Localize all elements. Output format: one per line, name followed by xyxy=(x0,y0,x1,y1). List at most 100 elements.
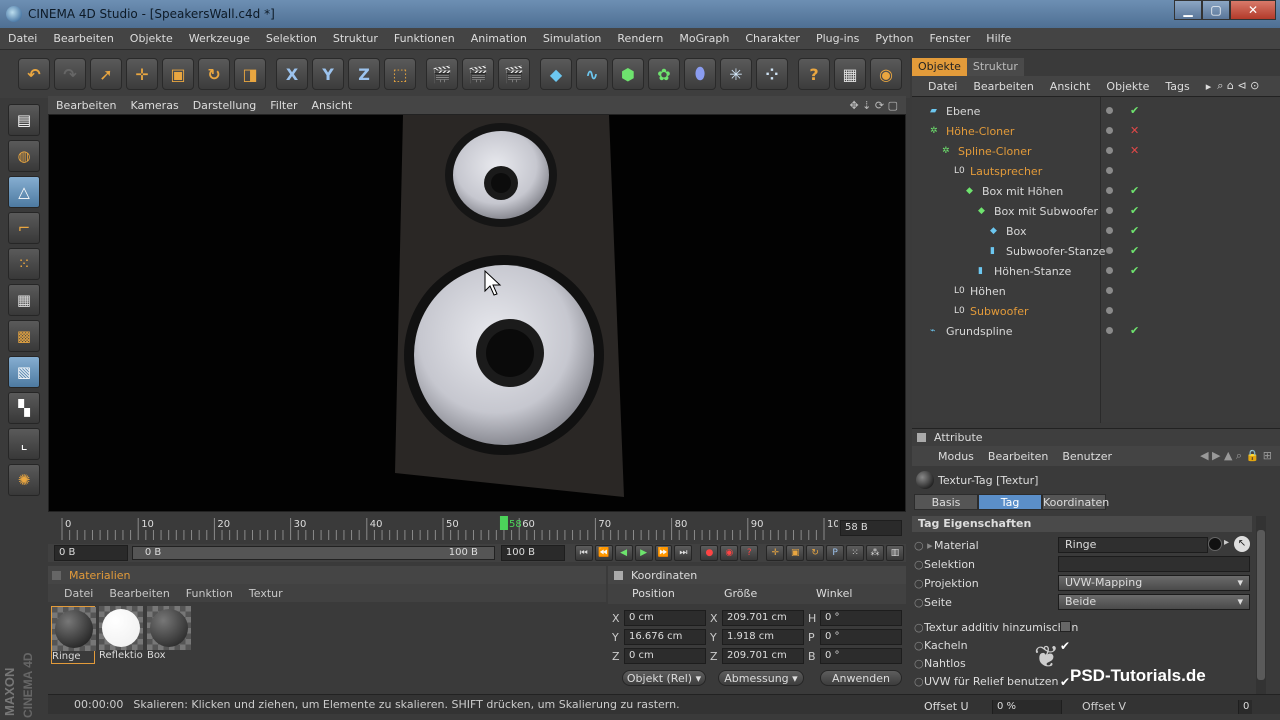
tab-basis[interactable]: Basis xyxy=(914,494,978,510)
attr-menu-benutzer[interactable]: Benutzer xyxy=(1062,450,1112,463)
autokey-icon[interactable]: ◉ xyxy=(720,545,739,561)
move-icon[interactable]: ✛ xyxy=(126,58,158,90)
attributes-scrollbar[interactable] xyxy=(1256,516,1266,694)
viewport-menu-kameras[interactable]: Kameras xyxy=(130,99,178,112)
material-box[interactable]: Box xyxy=(147,606,191,664)
tree-item[interactable]: ◆ Box ✔ xyxy=(912,221,1262,241)
tree-item[interactable]: ◆ Box mit Subwoofer ✔ xyxy=(912,201,1262,221)
prev-key-icon[interactable]: ⏪ xyxy=(594,545,613,561)
object-name[interactable]: Grundspline xyxy=(946,325,1013,338)
object-name[interactable]: Ebene xyxy=(946,105,980,118)
timeline-ruler[interactable]: 0 10 20 30 40 50 60 70 80 90 100 58 xyxy=(48,514,846,544)
menu-struktur[interactable]: Struktur xyxy=(325,32,386,45)
viewport-menu-darstellung[interactable]: Darstellung xyxy=(193,99,257,112)
undo-icon[interactable]: ↶ xyxy=(18,58,50,90)
menu-werkzeuge[interactable]: Werkzeuge xyxy=(181,32,258,45)
object-name[interactable]: Box xyxy=(1006,225,1026,238)
link-target-icon[interactable]: ↖ xyxy=(1234,536,1250,552)
tree-item[interactable]: L0 Lautsprecher xyxy=(912,161,1262,181)
om-menu-datei[interactable]: Datei xyxy=(928,80,957,93)
coordinate-mode-dropdown[interactable]: Objekt (Rel) ▾ xyxy=(622,670,706,686)
om-menu-bearbeiten[interactable]: Bearbeiten xyxy=(973,80,1033,93)
tab-struktur[interactable]: Struktur xyxy=(966,58,1024,76)
prev-frame-icon[interactable]: ◀ xyxy=(614,545,633,561)
panel-grip-icon[interactable] xyxy=(614,570,623,580)
menu-charakter[interactable]: Charakter xyxy=(737,32,808,45)
y-axis-icon[interactable]: Y xyxy=(312,58,344,90)
menu-simulation[interactable]: Simulation xyxy=(535,32,610,45)
panel-grip-icon[interactable] xyxy=(917,433,926,442)
tree-item[interactable]: ▰ Ebene ✔ xyxy=(912,101,1262,121)
enabled-check-icon[interactable]: ✔ xyxy=(1130,264,1139,277)
size-x-field[interactable]: 209.701 cm xyxy=(722,610,804,626)
render-queue-icon[interactable]: ▦ xyxy=(834,58,866,90)
start-frame-field[interactable]: 0 B xyxy=(54,545,128,561)
position-z-field[interactable]: 0 cm xyxy=(624,648,706,664)
timeline[interactable]: 0 10 20 30 40 50 60 70 80 90 100 58 xyxy=(48,514,846,544)
end-frame-field[interactable]: 100 B xyxy=(500,545,565,561)
viewport-menu-filter[interactable]: Filter xyxy=(270,99,297,112)
scheme-icon[interactable]: ⁂ xyxy=(866,545,884,561)
axis-mode-icon[interactable]: ⌐ xyxy=(8,212,40,244)
link-menu-icon[interactable]: ▸ xyxy=(1224,537,1229,548)
object-name[interactable]: Spline-Cloner xyxy=(958,145,1032,158)
editor-visibility-dot[interactable] xyxy=(1106,267,1113,274)
om-menu-objekte[interactable]: Objekte xyxy=(1106,80,1149,93)
viewport-nav-icons[interactable]: ✥ ⇣ ⟳ ▢ xyxy=(849,99,898,112)
z-axis-icon[interactable]: Z xyxy=(348,58,380,90)
enabled-check-icon[interactable]: ✔ xyxy=(1130,224,1139,237)
object-mode-icon[interactable]: △ xyxy=(8,176,40,208)
workplane-icon[interactable]: ⌞ xyxy=(8,428,40,460)
key-scale-icon[interactable]: ▣ xyxy=(786,545,805,561)
attr-menu-modus[interactable]: Modus xyxy=(938,450,974,463)
editor-visibility-dot[interactable] xyxy=(1106,307,1113,314)
material-reflektion[interactable]: Reflektio xyxy=(99,606,143,664)
menu-fenster[interactable]: Fenster xyxy=(921,32,978,45)
next-frame-icon[interactable]: ⏩ xyxy=(654,545,673,561)
om-toolbar-icons[interactable]: ⌕ ⌂ ⊲ ⊙ xyxy=(1217,79,1259,93)
materials-menu-datei[interactable]: Datei xyxy=(64,587,93,600)
layout-switch-icon[interactable]: ▤ xyxy=(8,104,40,136)
menu-bearbeiten[interactable]: Bearbeiten xyxy=(45,32,121,45)
panel-grip-icon[interactable] xyxy=(52,570,61,580)
scale-icon[interactable]: ▣ xyxy=(162,58,194,90)
layout-icon[interactable]: ◉ xyxy=(870,58,902,90)
menu-python[interactable]: Python xyxy=(867,32,921,45)
menu-mograph[interactable]: MoGraph xyxy=(671,32,737,45)
menu-datei[interactable]: Datei xyxy=(0,32,45,45)
menu-animation[interactable]: Animation xyxy=(463,32,535,45)
play-icon[interactable]: ▶ xyxy=(634,545,653,561)
tree-item[interactable]: ▮ Subwoofer-Stanze ✔ xyxy=(912,241,1262,261)
minimize-button[interactable]: ▁ xyxy=(1174,0,1202,20)
editor-visibility-dot[interactable] xyxy=(1106,327,1113,334)
position-x-field[interactable]: 0 cm xyxy=(624,610,706,626)
editor-visibility-dot[interactable] xyxy=(1106,127,1113,134)
coordinate-system-icon[interactable]: ⬚ xyxy=(384,58,416,90)
enabled-check-icon[interactable]: ✔ xyxy=(1130,244,1139,257)
position-y-field[interactable]: 16.676 cm xyxy=(624,629,706,645)
material-ringe[interactable]: Ringe xyxy=(51,606,96,664)
size-mode-dropdown[interactable]: Abmessung ▾ xyxy=(718,670,804,686)
3d-viewport[interactable] xyxy=(48,114,906,512)
nurbs-icon[interactable]: ⬢ xyxy=(612,58,644,90)
tree-item[interactable]: L0 Subwoofer xyxy=(912,301,1262,321)
tree-item[interactable]: ▮ Höhen-Stanze ✔ xyxy=(912,261,1262,281)
points-mode-icon[interactable]: ⁙ xyxy=(8,248,40,280)
material-link-field[interactable]: Ringe xyxy=(1058,537,1208,553)
render-settings-icon[interactable]: 🎬 xyxy=(498,58,530,90)
timeline-window-icon[interactable]: ▥ xyxy=(885,545,904,561)
object-name[interactable]: Höhe-Cloner xyxy=(946,125,1014,138)
size-y-field[interactable]: 1.918 cm xyxy=(722,629,804,645)
rotate-icon[interactable]: ↻ xyxy=(198,58,230,90)
editor-visibility-dot[interactable] xyxy=(1106,187,1113,194)
particle-icon[interactable]: ⁘ xyxy=(756,58,788,90)
deformer-icon[interactable]: ⬮ xyxy=(684,58,716,90)
camera-icon[interactable]: ? xyxy=(798,58,830,90)
editor-visibility-dot[interactable] xyxy=(1106,167,1113,174)
enabled-check-icon[interactable]: ✔ xyxy=(1130,104,1139,117)
keyframe-selection-icon[interactable]: ? xyxy=(740,545,759,561)
tab-objekte[interactable]: Objekte xyxy=(912,58,967,76)
render-picture-viewer-icon[interactable]: 🎬 xyxy=(462,58,494,90)
tree-item[interactable]: ✲ Spline-Cloner ✕ xyxy=(912,141,1262,161)
polygons-mode-icon[interactable]: ▩ xyxy=(8,320,40,352)
